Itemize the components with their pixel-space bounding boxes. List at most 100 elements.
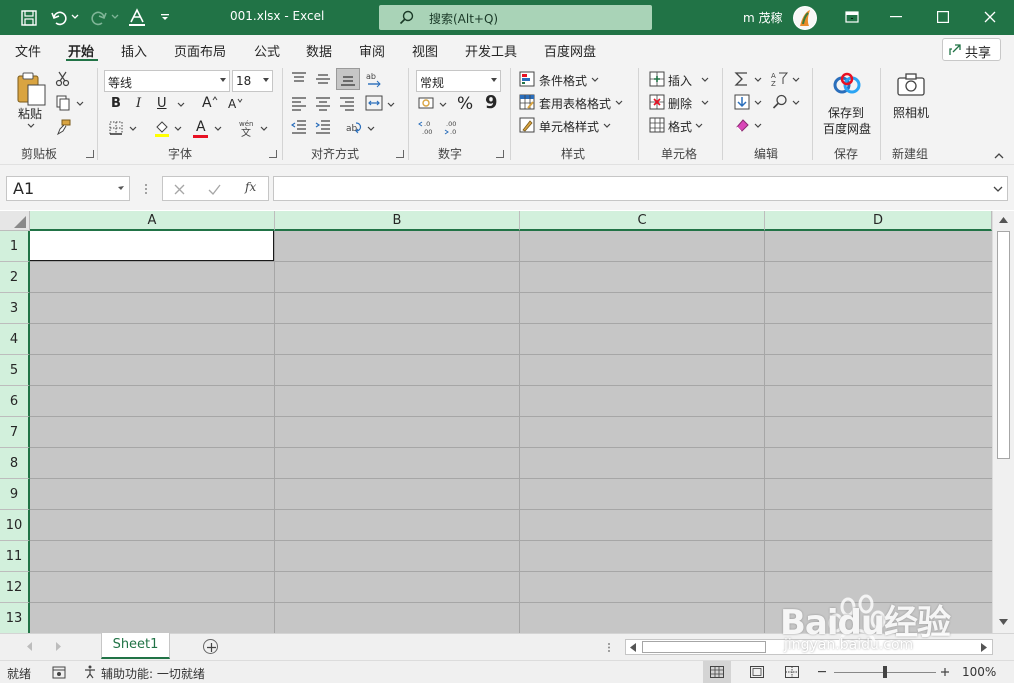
camera-icon[interactable] <box>896 73 926 97</box>
row-header-9[interactable]: 9 <box>0 479 30 510</box>
font-name-select[interactable]: 等线 <box>104 70 230 92</box>
undo-dropdown-icon[interactable] <box>71 14 79 20</box>
tab-view[interactable]: 视图 <box>412 41 438 60</box>
zoom-level[interactable]: 100% <box>962 665 996 679</box>
decrease-decimal-icon[interactable]: .00.0 <box>443 119 461 135</box>
cut-icon[interactable] <box>55 71 71 87</box>
normal-view-button[interactable] <box>703 661 731 683</box>
find-select-dropdown-icon[interactable] <box>792 100 800 106</box>
scroll-left-icon[interactable] <box>630 643 636 652</box>
insert-dropdown-icon[interactable] <box>701 77 709 83</box>
conditional-formatting-icon[interactable] <box>519 71 535 87</box>
borders-icon[interactable] <box>108 120 124 136</box>
expand-formula-bar-icon[interactable] <box>993 186 1003 193</box>
chevron-down-icon[interactable] <box>117 186 125 192</box>
row-header-4[interactable]: 4 <box>0 324 30 355</box>
search-box[interactable]: 搜索(Alt+Q) <box>379 5 652 30</box>
font-size-select[interactable]: 18 <box>232 70 273 92</box>
column-header-a[interactable]: A <box>30 211 275 231</box>
tab-data[interactable]: 数据 <box>306 41 332 60</box>
format-dropdown-icon[interactable] <box>695 123 703 129</box>
page-layout-view-icon[interactable] <box>750 666 764 678</box>
vertical-scroll-thumb[interactable] <box>997 231 1010 459</box>
tab-insert[interactable]: 插入 <box>121 41 147 60</box>
save-to-baidu-line1[interactable]: 保存到 <box>828 104 864 121</box>
grow-font-button[interactable]: A <box>202 95 212 111</box>
tab-formulas[interactable]: 公式 <box>254 41 280 60</box>
bold-button[interactable]: B <box>111 96 121 111</box>
font-color-button[interactable]: A <box>196 119 206 135</box>
scroll-down-icon[interactable] <box>999 619 1008 625</box>
insert-cells-button[interactable]: 插入 <box>668 72 692 89</box>
delete-cells-icon[interactable] <box>649 94 665 110</box>
percent-style-button[interactable]: % <box>457 94 473 114</box>
align-middle-icon[interactable] <box>315 72 331 86</box>
row-header-2[interactable]: 2 <box>0 262 30 293</box>
scroll-sheets-left-icon[interactable] <box>27 642 33 651</box>
accounting-format-icon[interactable] <box>418 96 436 112</box>
format-as-table-icon[interactable] <box>519 94 535 110</box>
font-color-dropdown-icon[interactable] <box>214 126 222 132</box>
underline-button[interactable]: U <box>157 96 167 111</box>
clear-icon[interactable] <box>734 117 750 133</box>
increase-decimal-icon[interactable]: .0.00 <box>418 119 436 135</box>
collapse-ribbon-icon[interactable] <box>994 152 1004 159</box>
insert-cells-icon[interactable] <box>649 71 665 87</box>
fill-color-dropdown-icon[interactable] <box>174 126 182 132</box>
split-handle-icon[interactable] <box>607 642 611 653</box>
cell-styles-dropdown-icon[interactable] <box>603 123 611 129</box>
accessibility-status[interactable]: 辅助功能: 一切就绪 <box>101 665 205 682</box>
scroll-up-icon[interactable] <box>999 217 1008 223</box>
format-painter-icon[interactable] <box>55 119 71 135</box>
sort-filter-icon[interactable]: AZ <box>771 71 789 87</box>
row-header-5[interactable]: 5 <box>0 355 30 386</box>
borders-dropdown-icon[interactable] <box>129 126 137 132</box>
align-right-icon[interactable] <box>339 97 355 111</box>
font-color-quick-icon[interactable] <box>128 8 146 28</box>
align-bottom-button-active[interactable] <box>336 68 360 90</box>
number-format-select[interactable]: 常规 <box>416 70 501 92</box>
user-name[interactable]: m 茂稼 <box>743 9 783 26</box>
tab-file[interactable]: 文件 <box>15 41 41 60</box>
save-to-baidu-line2[interactable]: 百度网盘 <box>823 120 871 137</box>
macro-record-icon[interactable] <box>52 666 66 679</box>
zoom-out-icon[interactable] <box>818 671 826 673</box>
orientation-icon[interactable]: ab <box>365 70 383 88</box>
tab-review[interactable]: 审阅 <box>359 41 385 60</box>
ribbon-display-options-icon[interactable] <box>845 10 859 24</box>
row-header-8[interactable]: 8 <box>0 448 30 479</box>
more-options-icon[interactable] <box>144 183 148 195</box>
clear-dropdown-icon[interactable] <box>754 123 762 129</box>
underline-dropdown-icon[interactable] <box>177 102 185 108</box>
tab-page-layout[interactable]: 页面布局 <box>174 41 226 60</box>
row-header-1[interactable]: 1 <box>0 231 30 262</box>
name-box[interactable]: A1 <box>6 176 130 201</box>
accessibility-icon[interactable] <box>84 665 98 679</box>
tab-home[interactable]: 开始 <box>68 41 94 60</box>
accounting-dropdown-icon[interactable] <box>439 102 447 108</box>
conditional-formatting-dropdown-icon[interactable] <box>591 77 599 83</box>
format-cells-icon[interactable] <box>649 117 665 133</box>
redo-dropdown-icon[interactable] <box>111 14 119 20</box>
minimize-icon[interactable] <box>890 16 902 18</box>
clipboard-dialog-launcher[interactable] <box>86 150 94 158</box>
wrap-dropdown-icon[interactable] <box>367 126 375 132</box>
share-button[interactable]: 共享 <box>942 38 1001 61</box>
customize-toolbar-icon[interactable] <box>160 12 170 22</box>
decrease-indent-icon[interactable] <box>291 120 307 134</box>
page-break-view-icon[interactable] <box>785 666 799 678</box>
cell-a1-active[interactable] <box>30 231 274 261</box>
italic-button[interactable]: I <box>136 96 141 111</box>
alignment-dialog-launcher[interactable] <box>396 150 404 158</box>
copy-dropdown-icon[interactable] <box>76 101 84 107</box>
fill-icon[interactable] <box>734 94 750 110</box>
fill-dropdown-icon[interactable] <box>754 100 762 106</box>
save-icon[interactable] <box>20 9 38 27</box>
row-header-7[interactable]: 7 <box>0 417 30 448</box>
tab-baidu-netdisk[interactable]: 百度网盘 <box>544 41 596 60</box>
tab-developer[interactable]: 开发工具 <box>465 41 517 60</box>
redo-icon[interactable] <box>90 9 108 27</box>
vertical-scrollbar[interactable] <box>992 211 1014 633</box>
scroll-sheets-right-icon[interactable] <box>56 642 62 651</box>
cell-area[interactable] <box>30 231 992 633</box>
